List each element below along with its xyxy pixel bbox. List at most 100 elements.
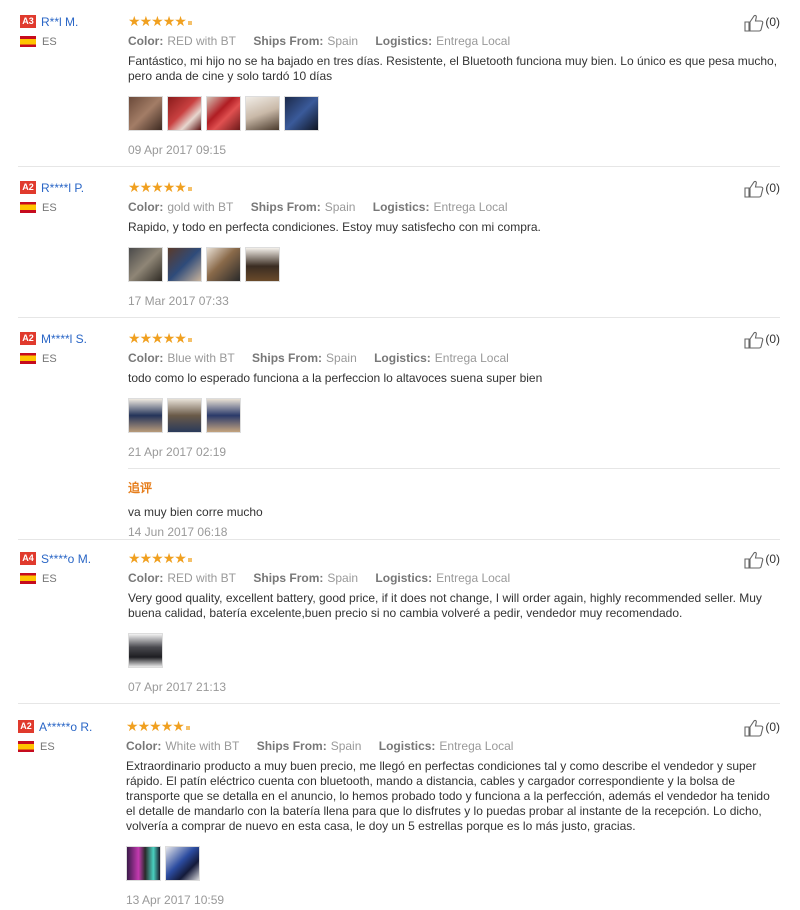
helpful-count: (0): [765, 181, 780, 196]
attr-color: RED with BT: [167, 34, 237, 48]
reviewer-country: ES: [20, 353, 120, 365]
review-text: Rapido, y todo en perfecta condiciones. …: [128, 220, 541, 234]
review-photo[interactable]: [167, 398, 202, 433]
attr-logistics: Entrega Local: [434, 351, 509, 365]
star-rating: ★★★★★: [126, 719, 780, 733]
attr-label-color: Color:: [128, 200, 164, 214]
attr-label-color: Color:: [128, 571, 164, 585]
spain-flag-icon: [20, 353, 36, 365]
buyer-level-badge: A2: [20, 181, 36, 195]
reviewer-name[interactable]: R****l P.: [41, 181, 84, 195]
thumbs-up-icon: [744, 14, 764, 32]
attr-label-ships-from: Ships From:: [256, 739, 327, 753]
review-item: A3 R**l M. ES ★★★★★ Color: RED with BT Shi…: [18, 14, 780, 167]
review-photo[interactable]: [284, 96, 319, 131]
followup-review: 追评 va muy bien corre mucho 14 Jun 2017 0…: [128, 468, 780, 539]
helpful-button[interactable]: (0): [744, 331, 780, 349]
attr-label-color: Color:: [128, 351, 164, 365]
review-date: 21 Apr 2017 02:19: [128, 445, 227, 459]
review-photo[interactable]: [128, 633, 163, 668]
review-photo[interactable]: [206, 247, 241, 282]
thumbs-up-icon: [744, 551, 764, 569]
order-attributes: Color: RED with BT Ships From: Spain Logis…: [128, 571, 780, 585]
helpful-count: (0): [765, 332, 780, 347]
star-icon: ★: [174, 179, 187, 195]
review-photo[interactable]: [167, 247, 202, 282]
review-photo[interactable]: [165, 846, 200, 881]
star-icon: ★: [174, 330, 187, 346]
country-code: ES: [40, 740, 55, 753]
reviewer-info: A3 R**l M. ES: [20, 14, 120, 48]
buyer-level-badge: A3: [20, 15, 36, 29]
review-photos: [128, 633, 780, 670]
reviewer-info: A2 M****l S. ES: [20, 331, 120, 365]
review-body: ★★★★★ Color: Blue with BT Ships From: Spai…: [128, 331, 780, 539]
review-photo[interactable]: [128, 96, 163, 131]
star-rating: ★★★★★: [128, 14, 780, 28]
buyer-level-badge: A2: [18, 720, 34, 734]
attr-label-logistics: Logistics:: [374, 351, 431, 365]
star-icon: ★: [172, 718, 185, 734]
reviewer-name[interactable]: R**l M.: [41, 15, 78, 29]
review-body: ★★★★★ Color: gold with BT Ships From: Spai…: [128, 180, 780, 308]
order-attributes: Color: White with BT Ships From: Spain Log…: [126, 739, 780, 753]
review-photo[interactable]: [206, 96, 241, 131]
helpful-button[interactable]: (0): [744, 551, 780, 569]
helpful-count: (0): [765, 552, 780, 567]
attr-color: gold with BT: [167, 200, 234, 214]
star-rating: ★★★★★: [128, 551, 780, 565]
helpful-count: (0): [765, 720, 780, 735]
review-text: todo como lo esperado funciona a la perf…: [128, 371, 543, 385]
review-item: A2 A*****o R. ES ★★★★★ Color: White with B…: [16, 719, 780, 909]
attr-logistics: Entrega Local: [436, 571, 511, 585]
followup-title: 追评: [128, 481, 153, 495]
review-photo[interactable]: [245, 247, 280, 282]
followup-date: 14 Jun 2017 06:18: [128, 525, 228, 539]
review-date: 09 Apr 2017 09:15: [128, 143, 227, 157]
attr-color: Blue with BT: [167, 351, 235, 365]
review-photo[interactable]: [128, 247, 163, 282]
attr-logistics: Entrega Local: [439, 739, 514, 753]
country-code: ES: [42, 572, 57, 585]
buyer-level-badge: A2: [20, 332, 36, 346]
country-code: ES: [42, 35, 57, 48]
attr-ships-from: Spain: [324, 200, 356, 214]
review-photo[interactable]: [128, 398, 163, 433]
review-photo[interactable]: [245, 96, 280, 131]
helpful-button[interactable]: (0): [744, 180, 780, 198]
spain-flag-icon: [20, 202, 36, 214]
country-code: ES: [42, 201, 57, 214]
thumbs-up-icon: [744, 331, 764, 349]
star-rating: ★★★★★: [128, 180, 780, 194]
helpful-button[interactable]: (0): [744, 719, 780, 737]
review-item: A2 M****l S. ES ★★★★★ Color: Blue with BT …: [18, 331, 780, 540]
spain-flag-icon: [20, 573, 36, 585]
review-item: A4 S****o M. ES ★★★★★ Color: RED with BT S…: [18, 551, 780, 704]
review-item: A2 R****l P. ES ★★★★★ Color: gold with BT …: [18, 180, 780, 318]
attr-label-ships-from: Ships From:: [253, 571, 324, 585]
review-date: 17 Mar 2017 07:33: [128, 294, 229, 308]
thumbs-up-icon: [744, 180, 764, 198]
reviewer-name[interactable]: M****l S.: [41, 332, 87, 346]
buyer-level-badge: A4: [20, 552, 36, 566]
reviewer-info: A2 A*****o R. ES: [18, 719, 118, 753]
thumbs-up-icon: [744, 719, 764, 737]
reviewer-country: ES: [20, 573, 120, 585]
attr-label-ships-from: Ships From:: [250, 200, 321, 214]
review-photo[interactable]: [167, 96, 202, 131]
attr-ships-from: Spain: [327, 34, 359, 48]
attr-label-color: Color:: [126, 739, 162, 753]
review-photos: [128, 398, 780, 435]
reviewer-info: A4 S****o M. ES: [20, 551, 120, 585]
reviewer-country: ES: [20, 36, 120, 48]
spain-flag-icon: [20, 36, 36, 48]
review-photo[interactable]: [206, 398, 241, 433]
attr-label-logistics: Logistics:: [378, 739, 436, 753]
attr-label-logistics: Logistics:: [375, 34, 433, 48]
star-rating: ★★★★★: [128, 331, 780, 345]
order-attributes: Color: Blue with BT Ships From: Spain Logi…: [128, 351, 780, 365]
helpful-button[interactable]: (0): [744, 14, 780, 32]
reviewer-name[interactable]: S****o M.: [41, 552, 91, 566]
review-photo[interactable]: [126, 846, 161, 881]
reviewer-name[interactable]: A*****o R.: [39, 720, 92, 734]
